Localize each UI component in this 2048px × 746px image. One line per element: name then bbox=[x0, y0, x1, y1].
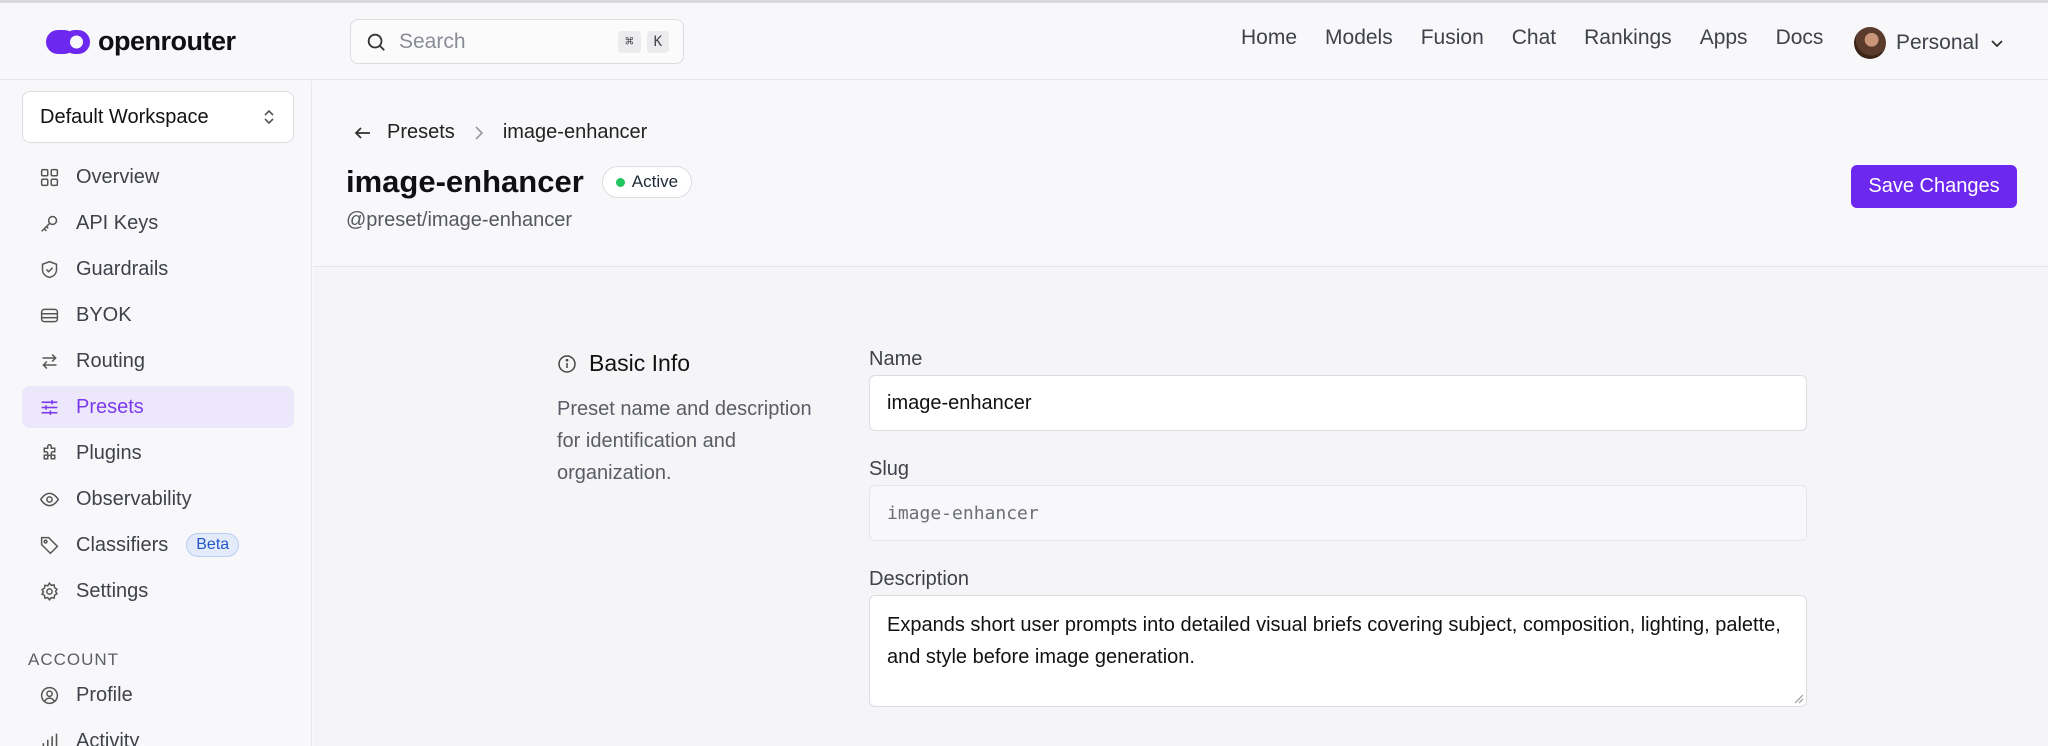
nav-docs[interactable]: Docs bbox=[1776, 26, 1824, 50]
tag-icon bbox=[40, 536, 59, 554]
shortcut-key-k: K bbox=[646, 30, 669, 53]
status-dot-icon bbox=[615, 177, 625, 187]
sidebar-item-overview[interactable]: Overview bbox=[22, 156, 294, 198]
openrouter-logo-icon bbox=[46, 29, 90, 54]
sidebar-item-label: Activity bbox=[76, 729, 140, 746]
user-circle-icon bbox=[40, 686, 59, 704]
sidebar-item-label: Presets bbox=[76, 395, 144, 418]
main-content: Basic Info Preset name and description f… bbox=[313, 268, 2048, 746]
description-value: Expands short user prompts into detailed… bbox=[887, 614, 1781, 668]
preset-slug-ref: @preset/image-enhancer bbox=[346, 209, 572, 231]
nav-chat[interactable]: Chat bbox=[1512, 26, 1556, 50]
slug-field: image-enhancer bbox=[869, 485, 1807, 541]
sidebar-item-label: Classifiers bbox=[76, 533, 169, 556]
gear-icon bbox=[40, 581, 58, 601]
sidebar-item-label: Observability bbox=[76, 487, 192, 510]
resize-handle-icon[interactable] bbox=[1792, 692, 1804, 704]
avatar bbox=[1854, 27, 1886, 59]
sliders-icon bbox=[41, 399, 58, 415]
account-menu-list: Profile Activity bbox=[22, 674, 294, 746]
account-label: Personal bbox=[1896, 31, 1979, 54]
breadcrumb-current: image-enhancer bbox=[502, 121, 648, 143]
workspace-label: Default Workspace bbox=[40, 105, 209, 128]
breadcrumb: Presets image-enhancer bbox=[353, 121, 647, 144]
sidebar-item-routing[interactable]: Routing bbox=[22, 340, 294, 382]
bar-chart-icon bbox=[42, 733, 58, 746]
chevron-updown-icon bbox=[264, 109, 274, 125]
logo[interactable]: openrouter bbox=[46, 26, 236, 57]
sidebar-item-label: Profile bbox=[76, 683, 133, 706]
nav-models[interactable]: Models bbox=[1325, 26, 1393, 50]
name-label: Name bbox=[869, 348, 923, 370]
slug-label: Slug bbox=[869, 458, 910, 480]
search-placeholder: Search bbox=[399, 29, 466, 53]
status-badge: Active bbox=[601, 166, 693, 198]
grid-icon bbox=[40, 168, 59, 186]
top-header: openrouter Search ⌘ K Home Models Fusion… bbox=[0, 3, 2048, 80]
sidebar-item-byok[interactable]: BYOK bbox=[22, 294, 294, 336]
save-changes-button[interactable]: Save Changes bbox=[1851, 165, 2017, 208]
workspace-selector[interactable]: Default Workspace bbox=[22, 91, 294, 143]
sidebar-item-label: Routing bbox=[76, 349, 145, 372]
sidebar-item-plugins[interactable]: Plugins bbox=[22, 432, 294, 474]
sidebar-item-guardrails[interactable]: Guardrails bbox=[22, 248, 294, 290]
description-label: Description bbox=[869, 568, 970, 590]
key-icon bbox=[41, 215, 58, 232]
sidebar-item-api-keys[interactable]: API Keys bbox=[22, 202, 294, 244]
account-section-label: ACCOUNT bbox=[28, 650, 120, 669]
chevron-down-icon bbox=[1991, 40, 2003, 48]
logo-text: openrouter bbox=[98, 26, 236, 56]
title-row: image-enhancer Active bbox=[346, 164, 693, 200]
basic-info-heading: Basic Info bbox=[557, 350, 690, 377]
shortcut-key-cmd: ⌘ bbox=[618, 30, 641, 53]
sidebar-item-label: Plugins bbox=[76, 441, 142, 464]
nav-fusion[interactable]: Fusion bbox=[1421, 26, 1484, 50]
sidebar-item-label: Overview bbox=[76, 165, 160, 188]
search-shortcut: ⌘ K bbox=[618, 30, 669, 53]
search-icon bbox=[367, 33, 385, 51]
slug-value: image-enhancer bbox=[887, 502, 1039, 524]
sidebar-item-profile[interactable]: Profile bbox=[22, 674, 294, 716]
sidebar-item-classifiers[interactable]: Classifiers Beta bbox=[22, 524, 294, 566]
page-header: Presets image-enhancer image-enhancer Ac… bbox=[313, 81, 2048, 267]
nav-rankings[interactable]: Rankings bbox=[1584, 26, 1672, 50]
sidebar-item-label: Settings bbox=[76, 579, 149, 602]
sidebar-menu: Overview API Keys Guardrails BYOK Routin… bbox=[22, 156, 294, 616]
name-field[interactable]: image-enhancer bbox=[869, 375, 1807, 431]
description-field[interactable]: Expands short user prompts into detailed… bbox=[869, 595, 1807, 707]
search-input[interactable]: Search ⌘ K bbox=[350, 19, 684, 64]
basic-info-title: Basic Info bbox=[589, 350, 690, 376]
eye-icon bbox=[39, 492, 60, 506]
sidebar: Default Workspace Overview API Keys Guar… bbox=[0, 81, 312, 746]
sidebar-item-label: BYOK bbox=[76, 303, 132, 326]
sidebar-item-observability[interactable]: Observability bbox=[22, 478, 294, 520]
nav-apps[interactable]: Apps bbox=[1700, 26, 1748, 50]
sidebar-item-label: Guardrails bbox=[76, 257, 169, 280]
sidebar-item-settings[interactable]: Settings bbox=[22, 570, 294, 612]
main-nav: Home Models Fusion Chat Rankings Apps Do… bbox=[1241, 26, 1823, 50]
name-value: image-enhancer bbox=[887, 391, 1032, 414]
page-title: image-enhancer bbox=[346, 164, 584, 199]
beta-badge: Beta bbox=[186, 533, 240, 557]
account-menu[interactable]: Personal bbox=[1854, 27, 2005, 59]
arrows-icon bbox=[42, 353, 57, 369]
breadcrumb-presets-link[interactable]: Presets bbox=[387, 121, 455, 144]
arrow-left-icon[interactable] bbox=[353, 123, 373, 143]
shield-icon bbox=[41, 260, 58, 278]
sidebar-item-presets[interactable]: Presets bbox=[22, 386, 294, 428]
status-label: Active bbox=[631, 172, 679, 191]
puzzle-icon bbox=[43, 443, 56, 459]
basic-info-description: Preset name and description for identifi… bbox=[557, 398, 812, 484]
info-icon bbox=[558, 354, 576, 373]
nav-home[interactable]: Home bbox=[1241, 26, 1297, 50]
sidebar-item-activity[interactable]: Activity bbox=[22, 720, 294, 746]
database-icon bbox=[40, 308, 59, 322]
sidebar-item-label: API Keys bbox=[76, 211, 159, 234]
chevron-right-icon bbox=[475, 125, 483, 140]
